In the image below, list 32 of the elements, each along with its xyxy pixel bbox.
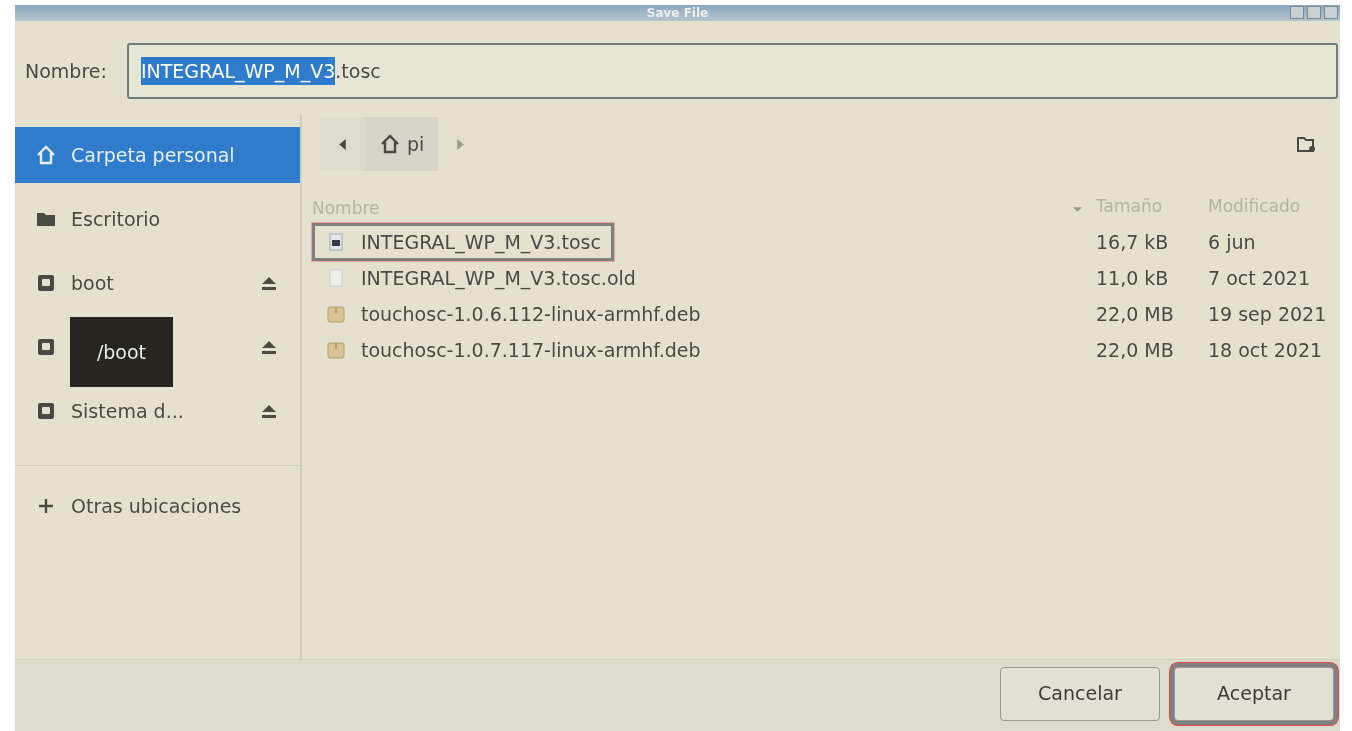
name-label: Nombre: [25,58,107,84]
drive-icon [35,272,57,294]
home-icon [379,133,401,155]
filename-field[interactable]: INTEGRAL_WP_M_V3.tosc [126,43,1338,99]
sidebar-item[interactable]: boot [15,255,300,311]
table-cell: 22,0 MB [1096,302,1174,325]
left-arrow-icon [339,138,346,150]
cancel-button[interactable]: Cancelar [1000,666,1160,721]
file-row[interactable]: INTEGRAL_WP_M_V3.tosc [312,222,614,262]
table-cell: 16,7 kB [1096,230,1169,253]
right-arrow-icon [457,138,465,150]
sidebar-item[interactable]: Carpeta personal [15,127,300,183]
table-cell: 22,0 MB [1096,338,1174,361]
window-title: Save File [646,5,709,22]
close-button[interactable] [1324,6,1338,19]
package-icon [325,339,347,361]
table-cell: 19 sep 2021 [1208,302,1327,325]
table-cell: 7 oct 2021 [1208,266,1311,289]
sidebar-item[interactable]: Otras ubicaciones [15,478,300,534]
drive-icon [35,400,57,422]
tooltip: /boot [70,317,173,387]
drive-icon [35,336,57,358]
sort-arrow-icon [1073,206,1082,212]
table-cell: 6 jun [1208,230,1256,253]
sidebar-item[interactable]: Escritorio [15,191,300,247]
table-cell: 11,0 kB [1096,266,1169,289]
minimize-button[interactable] [1290,6,1304,19]
home-icon [35,144,57,166]
package-icon [325,303,347,325]
maximize-button[interactable] [1307,6,1321,19]
table-cell: 18 oct 2021 [1208,338,1323,361]
path-button[interactable]: pi [365,117,439,171]
